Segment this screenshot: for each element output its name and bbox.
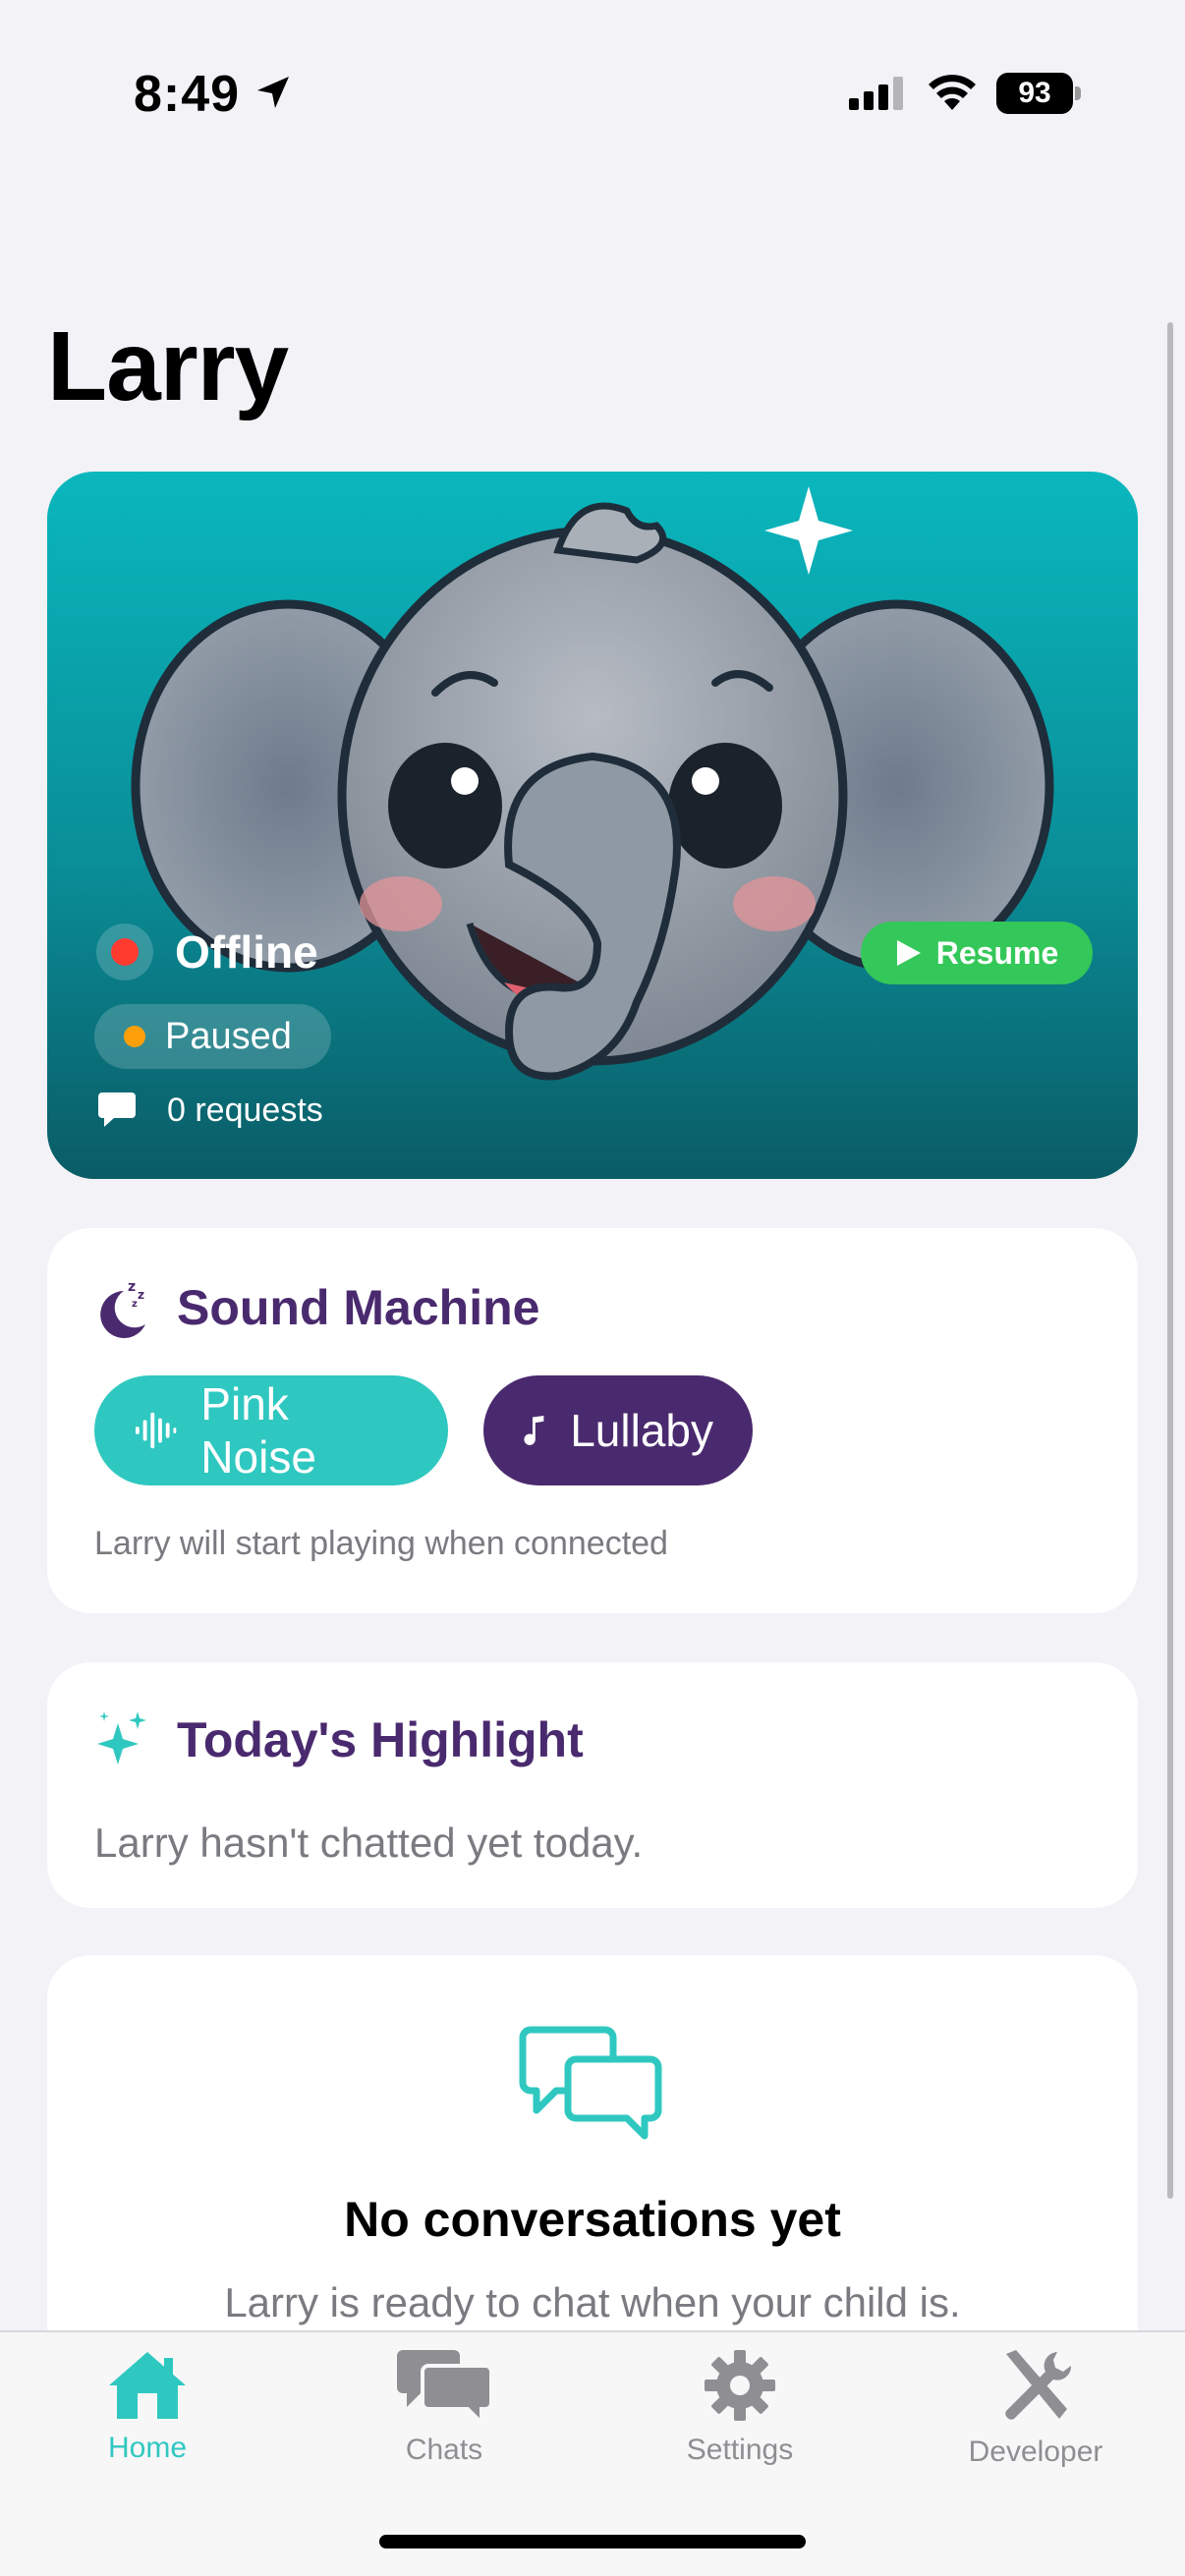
requests-count: 0 requests [96, 1091, 323, 1130]
play-icon [896, 940, 921, 966]
scroll-indicator[interactable] [1167, 322, 1173, 2199]
svg-text:z: z [138, 1288, 144, 1302]
tools-icon [1005, 2350, 1072, 2420]
empty-state-subtitle: Larry is ready to chat when your child i… [224, 2279, 961, 2325]
gear-icon [705, 2350, 775, 2421]
highlight-title: Today's Highlight [177, 1712, 584, 1767]
highlight-header: Today's Highlight [94, 1709, 584, 1770]
device-hero-card: Offline Paused 0 requests Resume [47, 472, 1138, 1179]
sound-machine-card: z z z Sound Machine Pink Noise Lullaby L… [47, 1228, 1138, 1613]
svg-text:z: z [128, 1279, 136, 1295]
home-indicator[interactable] [379, 2535, 806, 2548]
chats-icon [397, 2350, 493, 2428]
sound-machine-header: z z z Sound Machine [94, 1277, 539, 1338]
location-arrow-icon [257, 77, 289, 108]
tab-home[interactable]: Home [0, 2348, 295, 2465]
svg-text:z: z [132, 1299, 138, 1310]
battery-indicator: 93 [996, 73, 1081, 114]
moon-sleep-icon: z z z [100, 1279, 145, 1338]
empty-state-title: No conversations yet [344, 2192, 841, 2247]
tab-settings[interactable]: Settings [592, 2348, 887, 2467]
offline-indicator-icon [96, 924, 153, 980]
music-note-icon [524, 1416, 544, 1445]
sparkles-icon [97, 1711, 146, 1764]
connection-status-text: Offline [175, 926, 318, 978]
paused-badge-label: Paused [165, 1015, 292, 1057]
tab-settings-label: Settings [686, 2434, 794, 2466]
home-icon [109, 2352, 186, 2419]
paused-dot-icon [124, 1026, 145, 1047]
tab-developer-label: Developer [968, 2436, 1103, 2468]
resume-button-label: Resume [935, 934, 1059, 971]
resume-button[interactable]: Resume [861, 922, 1093, 984]
elephant-mascot-illustration [131, 486, 1054, 1081]
wifi-icon [929, 75, 976, 110]
tab-home-label: Home [107, 2432, 188, 2464]
lullaby-button[interactable]: Lullaby [483, 1375, 753, 1485]
todays-highlight-card: Today's Highlight Larry hasn't chatted y… [47, 1662, 1138, 1908]
status-bar: 8:49 93 [0, 0, 1185, 147]
pink-noise-label: Pink Noise [200, 1378, 316, 1483]
sound-machine-note: Larry will start playing when connected [94, 1525, 668, 1562]
waveform-icon [135, 1412, 177, 1449]
speech-bubble-icon [98, 1092, 136, 1127]
pink-noise-button[interactable]: Pink Noise [94, 1375, 448, 1485]
chat-bubbles-icon [519, 2026, 662, 2140]
requests-count-label: 0 requests [167, 1091, 323, 1129]
screen: 8:49 93 Larry Offline Paused 0 requests … [0, 0, 1185, 2576]
page-title: Larry [47, 311, 289, 421]
paused-badge: Paused [94, 1004, 331, 1069]
tab-chats[interactable]: Chats [297, 2348, 592, 2467]
lullaby-label: Lullaby [570, 1405, 713, 1456]
battery-tip [1075, 86, 1081, 100]
connection-status: Offline [96, 924, 318, 980]
status-time: 8:49 [134, 66, 241, 123]
battery-level: 93 [996, 73, 1073, 114]
highlight-text: Larry hasn't chatted yet today. [94, 1820, 644, 1866]
cellular-signal-icon [849, 77, 903, 110]
sound-machine-title: Sound Machine [177, 1280, 540, 1335]
tab-chats-label: Chats [405, 2434, 483, 2466]
tab-developer[interactable]: Developer [888, 2348, 1183, 2469]
